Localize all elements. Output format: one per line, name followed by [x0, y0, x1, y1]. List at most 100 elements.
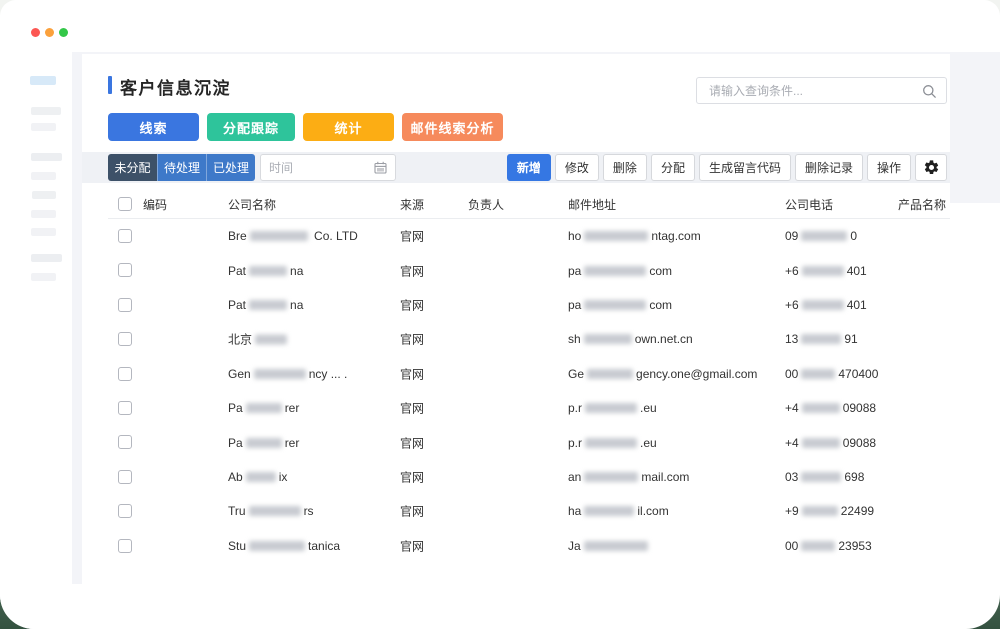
table-row[interactable]: Stutanica官网Ja0023953 [108, 529, 950, 563]
redacted-text [584, 334, 632, 344]
cell-company: Abix [228, 470, 287, 484]
minimize-button[interactable] [45, 28, 54, 37]
page-background: 客户信息沉淀 线索分配跟踪统计邮件线索分析 未分配待处理已处理 时间 [0, 0, 1000, 629]
row-checkbox[interactable] [118, 229, 132, 243]
app-window: 客户信息沉淀 线索分配跟踪统计邮件线索分析 未分配待处理已处理 时间 [0, 0, 1000, 629]
sidebar-skeleton-bar [31, 210, 56, 218]
content-card: 客户信息沉淀 线索分配跟踪统计邮件线索分析 未分配待处理已处理 时间 [82, 54, 950, 584]
row-checkbox[interactable] [118, 539, 132, 553]
nav-button-2[interactable]: 分配跟踪 [207, 113, 295, 141]
column-header-email: 邮件地址 [568, 196, 616, 213]
nav-button-3[interactable]: 统计 [303, 113, 394, 141]
date-filter[interactable]: 时间 [260, 154, 396, 181]
nav-button-1[interactable]: 线索 [108, 113, 199, 141]
redacted-text [802, 506, 838, 516]
table-row[interactable]: Genncy ... .官网Gegency.one@gmail.com00470… [108, 357, 950, 391]
table-body: Bre Co. LTD 官网 hontag.com 090 Patna官网pacom+6… [108, 219, 950, 563]
sidebar-skeleton-bar [31, 228, 56, 236]
table-row[interactable]: Abix官网anmail.com03698 [108, 460, 950, 494]
action-button-4[interactable]: 生成留言代码 [699, 154, 791, 181]
cell-phone: 090 [785, 229, 857, 243]
row-checkbox[interactable] [118, 298, 132, 312]
redacted-text [802, 266, 844, 276]
cell-email: hontag.com [568, 229, 701, 243]
table-row[interactable]: Trurs官网hail.com+922499 [108, 494, 950, 528]
search-input[interactable] [697, 78, 912, 103]
table-row[interactable]: Patna官网pacom+6401 [108, 288, 950, 322]
redacted-text [801, 334, 841, 344]
sidebar-skeleton-bar [31, 273, 56, 281]
zoom-button[interactable] [59, 28, 68, 37]
page-title: 客户信息沉淀 [120, 74, 231, 99]
cell-phone: 00470400 [785, 367, 878, 381]
sidebar-skeleton-bar [31, 123, 56, 131]
redacted-text [585, 403, 637, 413]
redacted-text [801, 369, 835, 379]
cell-phone: 1391 [785, 332, 858, 346]
window-controls [31, 28, 68, 37]
cell-company: Parer [228, 401, 299, 415]
column-header-code: 编码 [143, 196, 167, 213]
cell-source: 官网 [400, 228, 424, 245]
row-checkbox[interactable] [118, 263, 132, 277]
cell-phone: +6401 [785, 298, 867, 312]
redacted-text [801, 231, 847, 241]
segment-1[interactable]: 未分配 [108, 154, 157, 181]
action-button-2[interactable]: 删除 [603, 154, 647, 181]
table-header: 编码公司名称来源负责人邮件地址公司电话产品名称 [108, 190, 950, 219]
cell-source: 官网 [400, 296, 424, 313]
redacted-text [584, 472, 638, 482]
row-checkbox[interactable] [118, 332, 132, 346]
cell-source: 官网 [400, 434, 424, 451]
cell-phone: +6401 [785, 264, 867, 278]
row-checkbox[interactable] [118, 470, 132, 484]
cell-email: shown.net.cn [568, 332, 693, 346]
add-button[interactable]: 新增 [507, 154, 551, 181]
sidebar-skeleton-bar [31, 172, 56, 180]
action-button-5[interactable]: 删除记录 [795, 154, 863, 181]
row-checkbox[interactable] [118, 504, 132, 518]
action-button-3[interactable]: 分配 [651, 154, 695, 181]
redacted-text [802, 438, 840, 448]
cell-phone: +409088 [785, 401, 876, 415]
title-accent-bar [108, 76, 112, 94]
cell-company: Bre Co. LTD [228, 229, 358, 243]
cell-source: 官网 [400, 400, 424, 417]
segment-2[interactable]: 待处理 [157, 154, 206, 181]
table-row[interactable]: Parer 官网 p.r.eu +409088 [108, 391, 950, 425]
row-checkbox[interactable] [118, 401, 132, 415]
cell-company: Stutanica [228, 539, 340, 553]
row-checkbox[interactable] [118, 367, 132, 381]
cell-source: 官网 [400, 468, 424, 485]
action-button-6[interactable]: 操作 [867, 154, 911, 181]
cell-email: p.r.eu [568, 401, 657, 415]
column-header-owner: 负责人 [468, 196, 504, 213]
cell-email: hail.com [568, 504, 669, 518]
redacted-text [249, 266, 287, 276]
nav-buttons: 线索分配跟踪统计邮件线索分析 [108, 113, 503, 141]
redacted-text [254, 369, 306, 379]
action-button-1[interactable]: 修改 [555, 154, 599, 181]
redacted-text [255, 335, 287, 345]
table-row[interactable]: Bre Co. LTD 官网 hontag.com 090 [108, 219, 950, 253]
segment-3[interactable]: 已处理 [206, 154, 255, 181]
redacted-text [250, 231, 308, 241]
close-button[interactable] [31, 28, 40, 37]
table-row[interactable]: 北京官网shown.net.cn1391 [108, 322, 950, 356]
cell-source: 官网 [400, 365, 424, 382]
table-row[interactable]: Patna官网pacom+6401 [108, 253, 950, 287]
search-box [696, 77, 947, 104]
cell-email: Ja [568, 539, 651, 553]
settings-gear-button[interactable] [915, 154, 947, 181]
redacted-text [584, 506, 634, 516]
select-all-checkbox[interactable] [118, 197, 132, 211]
row-checkbox[interactable] [118, 435, 132, 449]
redacted-text [246, 438, 282, 448]
nav-button-4[interactable]: 邮件线索分析 [402, 113, 503, 141]
redacted-text [801, 472, 841, 482]
table-row[interactable]: Parer官网p.r.eu+409088 [108, 425, 950, 459]
search-icon[interactable] [922, 84, 937, 99]
column-header-product: 产品名称 [898, 196, 946, 213]
cell-source: 官网 [400, 503, 424, 520]
cell-phone: 0023953 [785, 539, 872, 553]
